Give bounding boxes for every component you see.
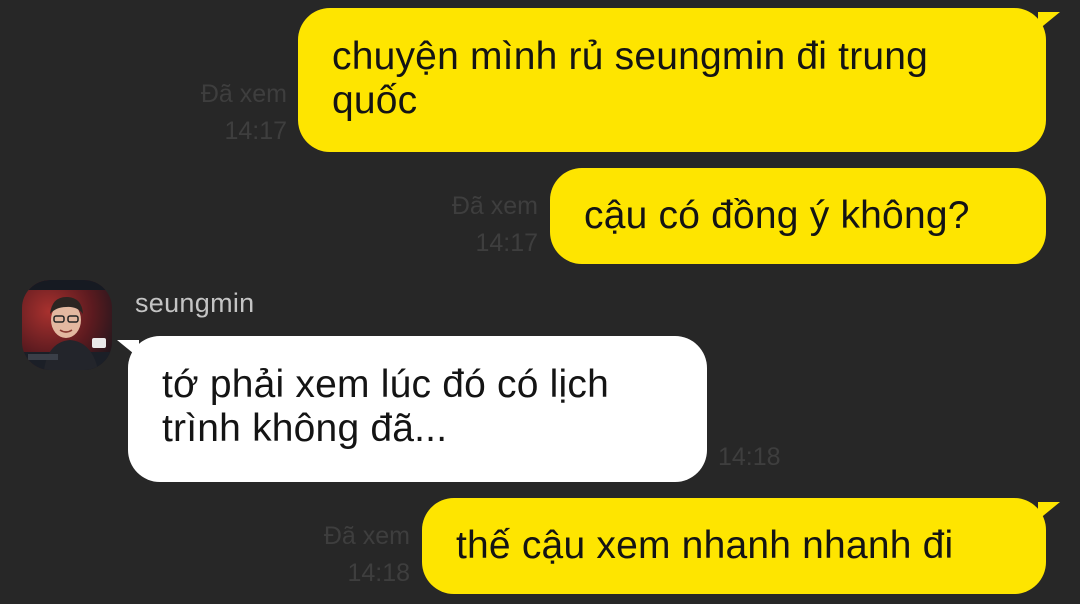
chat-thread: Đã xem 14:17 chuyện mình rủ seungmin đi … <box>0 0 1080 604</box>
message-time: 14:18 <box>347 559 410 587</box>
message-text-line: chuyện mình rủ seungmin đi trung <box>332 35 929 78</box>
message-text-line: quốc <box>332 79 418 122</box>
message-text-line: cậu có đồng ý không? <box>584 194 970 237</box>
incoming-message-bubble[interactable]: tớ phải xem lúc đó có lịch trình không đ… <box>128 336 707 482</box>
bubble-tail <box>1038 502 1060 520</box>
read-status: Đã xem <box>200 80 287 108</box>
message-time: 14:18 <box>718 443 781 471</box>
read-status: Đã xem <box>451 192 538 220</box>
message-meta: Đã xem 14:17 <box>160 76 287 150</box>
outgoing-message-bubble[interactable]: thế cậu xem nhanh nhanh đi <box>422 498 1046 594</box>
message-meta: Đã xem 14:18 <box>282 518 410 592</box>
outgoing-message-bubble[interactable]: chuyện mình rủ seungmin đi trung quốc <box>298 8 1046 152</box>
message-meta: Đã xem 14:17 <box>410 188 538 262</box>
message-text-line: trình không đã... <box>162 407 448 450</box>
message-time: 14:17 <box>475 229 538 257</box>
avatar[interactable] <box>22 280 112 370</box>
message-text-line: thế cậu xem nhanh nhanh đi <box>456 524 954 567</box>
message-text-line: tớ phải xem lúc đó có lịch <box>162 363 609 406</box>
message-time: 14:17 <box>224 117 287 145</box>
outgoing-message-bubble[interactable]: cậu có đồng ý không? <box>550 168 1046 264</box>
profile-photo-icon <box>22 280 112 370</box>
sender-name: seungmin <box>135 288 255 318</box>
message-meta: 14:18 <box>718 439 838 476</box>
bubble-tail <box>1038 12 1060 30</box>
read-status: Đã xem <box>323 522 410 550</box>
